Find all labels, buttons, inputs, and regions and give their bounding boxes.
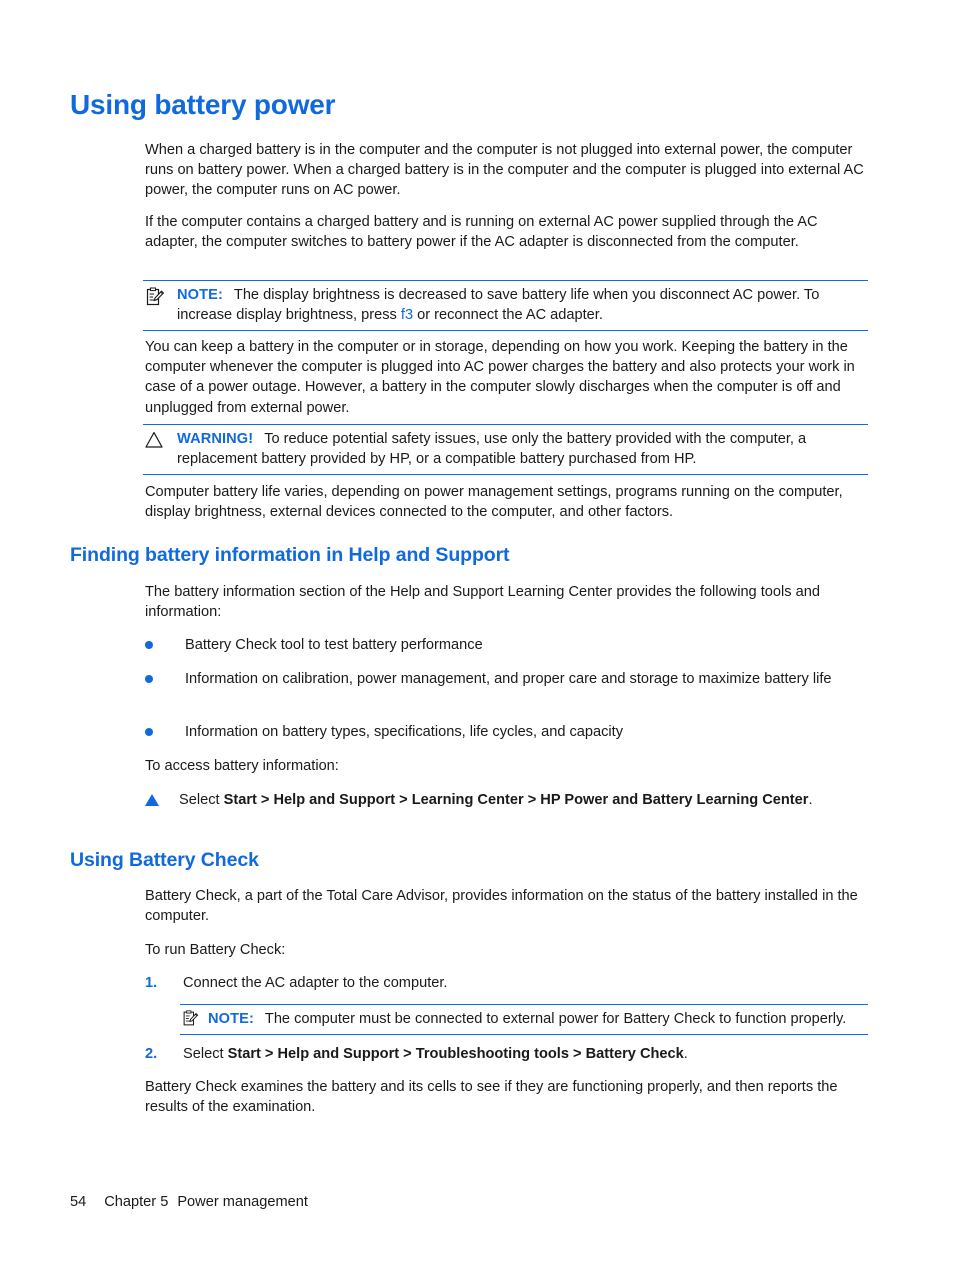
menu-path: Start > Help and Support > Learning Cent… (223, 792, 809, 808)
key-f3-label: f3 (400, 307, 414, 324)
bullet-text: Information on calibration, power manage… (185, 671, 832, 687)
step-prefix: Select (183, 1046, 228, 1062)
bullet-text: Information on battery types, specificat… (185, 724, 624, 740)
note-text-after: or reconnect the AC adapter. (413, 307, 603, 324)
paragraph-block-6: To access battery information: (145, 756, 870, 776)
numbered-step-1: 1. Connect the AC adapter to the compute… (145, 973, 870, 993)
section-heading-finding: Finding battery information in Help and … (70, 543, 870, 567)
step-suffix: . (808, 792, 813, 808)
note-callout-1-body: NOTE: The display brightness is decreased… (143, 285, 868, 325)
paragraph-4: Computer battery life varies, depending … (145, 484, 843, 521)
step-number: 1. (145, 975, 158, 991)
page-title: Using battery power (70, 89, 336, 120)
paragraph-2: If the computer contains a charged batte… (145, 214, 818, 251)
step-text: Select Start > Help and Support > Troubl… (145, 1044, 870, 1064)
paragraph-block-7: Battery Check, a part of the Total Care … (145, 886, 870, 926)
single-step-item: Select Start > Help and Support > Learni… (145, 790, 870, 810)
note-callout-1: NOTE: The display brightness is decreased… (143, 280, 868, 332)
paragraph-block-4: Computer battery life varies, depending … (145, 482, 870, 522)
single-step-text: Select Start > Help and Support > Learni… (145, 790, 870, 810)
warning-callout: WARNING! To reduce potential safety issue… (143, 424, 868, 476)
note-callout-2-body: NOTE: The computer must be connected to e… (180, 1009, 868, 1029)
paragraph-block-9: Battery Check examines the battery and i… (145, 1077, 870, 1117)
paragraph-block-3: You can keep a battery in the computer o… (145, 337, 870, 418)
paragraph-7: Battery Check, a part of the Total Care … (145, 888, 858, 925)
footer-page-number: 54 (70, 1194, 87, 1210)
paragraph-8: To run Battery Check: (145, 942, 286, 958)
warning-triangle-icon (145, 431, 163, 449)
step-prefix: Select (179, 792, 224, 808)
document-page: Using battery power When a charged batte… (0, 0, 954, 1270)
note-label: NOTE: (208, 1011, 254, 1027)
bullet-dot-icon (145, 641, 153, 649)
paragraph-9: Battery Check examines the battery and i… (145, 1079, 838, 1116)
note-label: NOTE: (177, 287, 223, 303)
footer-chapter-title: Power management (177, 1194, 308, 1210)
note-clipboard-icon (182, 1010, 199, 1027)
paragraph-block-5: The battery information section of the H… (145, 582, 870, 622)
note-callout-2: NOTE: The computer must be connected to e… (180, 1004, 868, 1036)
note-text: The computer must be connected to extern… (264, 1011, 847, 1027)
note-clipboard-icon (145, 287, 165, 307)
list-item: Information on battery types, specificat… (145, 722, 870, 742)
list-item: Information on calibration, power manage… (145, 669, 870, 689)
paragraph-3: You can keep a battery in the computer o… (145, 339, 855, 416)
paragraph-6: To access battery information: (145, 758, 339, 774)
warning-callout-body: WARNING! To reduce potential safety issue… (143, 429, 868, 469)
bullet-text: Battery Check tool to test battery perfo… (185, 637, 483, 653)
page-footer: 54 Chapter 5 Power management (70, 1192, 308, 1212)
triangle-bullet-icon (145, 794, 159, 806)
numbered-step-2: 2. Select Start > Help and Support > Tro… (145, 1044, 870, 1064)
bullet-dot-icon (145, 728, 153, 736)
footer-chapter: Chapter 5 (104, 1194, 169, 1210)
paragraph-block-2: If the computer contains a charged batte… (145, 212, 870, 252)
section-heading-using-battery-check: Using Battery Check (70, 848, 870, 872)
menu-path: Start > Help and Support > Troubleshooti… (227, 1046, 684, 1062)
bullet-dot-icon (145, 675, 153, 683)
step-text: Connect the AC adapter to the computer. (183, 975, 448, 991)
step-suffix: . (683, 1046, 688, 1062)
paragraph-1: When a charged battery is in the compute… (145, 142, 864, 199)
step-number: 2. (145, 1046, 158, 1062)
warning-label: WARNING! (177, 431, 254, 447)
list-item: Battery Check tool to test battery perfo… (145, 635, 870, 655)
heading-finding-battery-information: Finding battery information in Help and … (70, 544, 510, 566)
paragraph-block-8: To run Battery Check: (145, 940, 870, 960)
paragraph-block-1: When a charged battery is in the compute… (145, 140, 870, 201)
paragraph-5: The battery information section of the H… (145, 584, 820, 621)
heading-using-battery-check: Using Battery Check (70, 849, 259, 871)
warning-text: To reduce potential safety issues, use o… (177, 431, 807, 468)
